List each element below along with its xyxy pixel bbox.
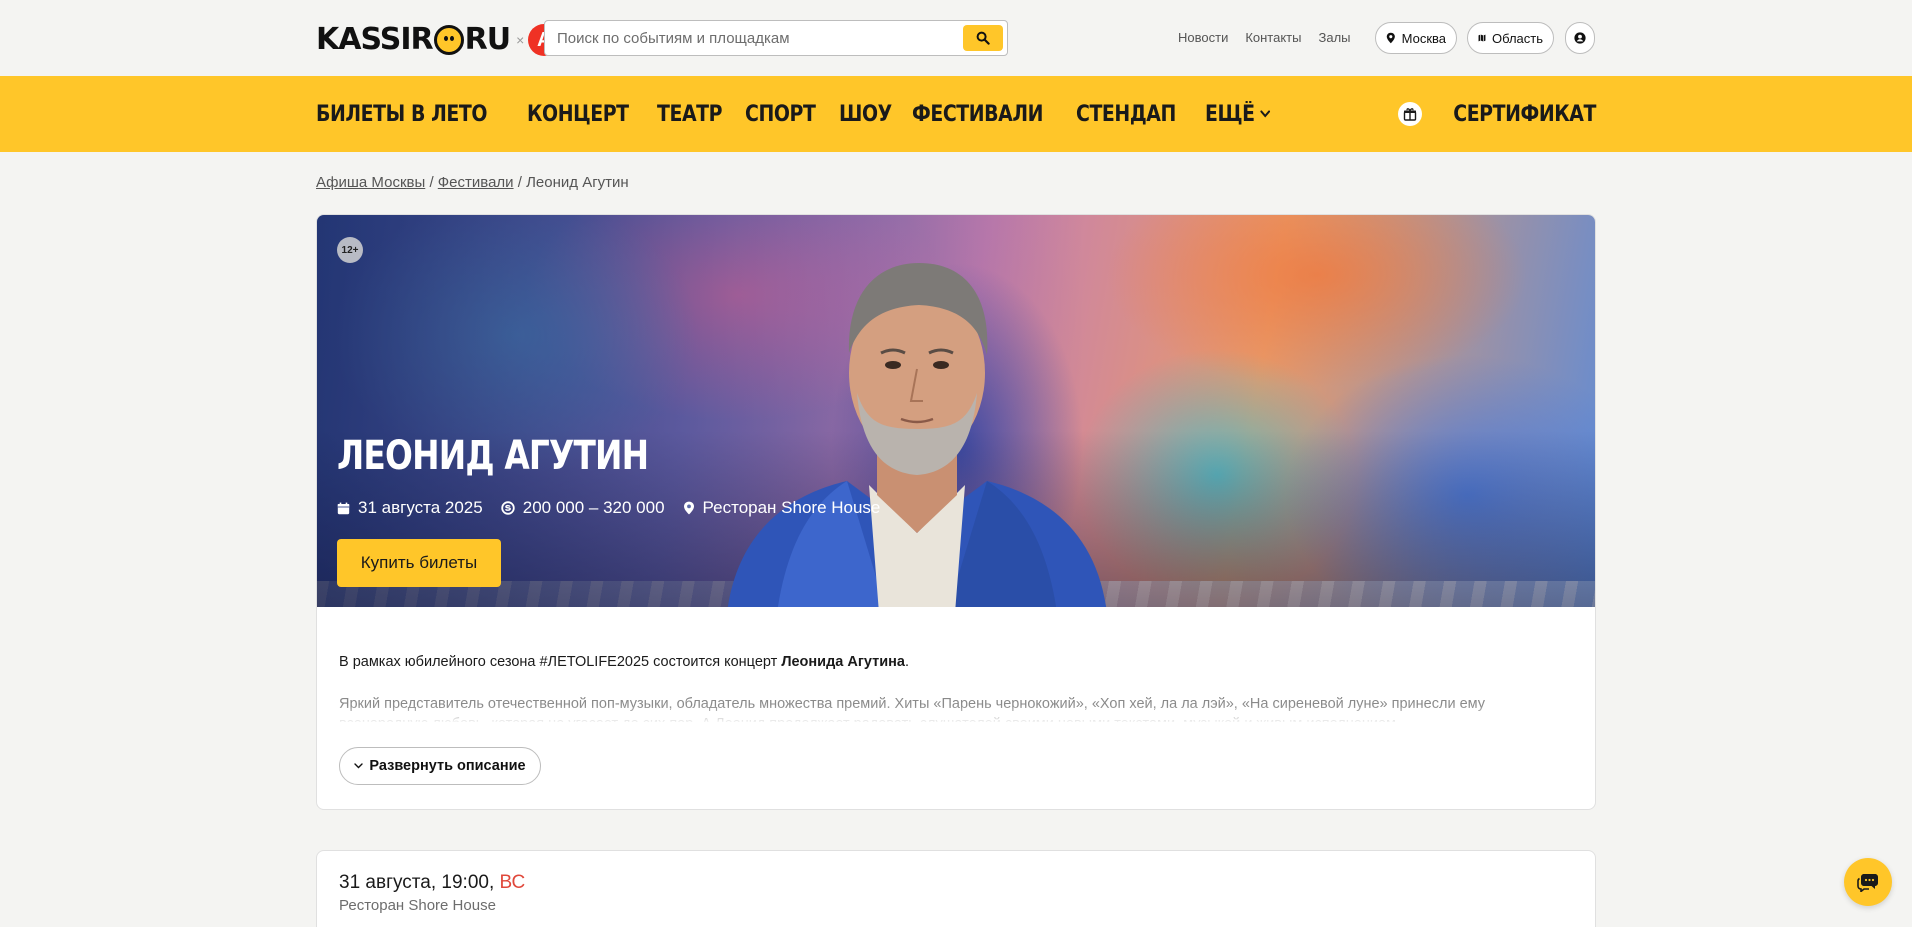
location-pin-icon: [683, 501, 694, 515]
event-meta: 31 августа 2025 200 000 – 320 000 Рестор…: [337, 498, 880, 518]
breadcrumb-category[interactable]: Фестивали: [438, 174, 514, 191]
breadcrumb-current: Леонид Агутин: [526, 174, 629, 191]
user-icon: [1574, 32, 1586, 44]
session-venue: Ресторан Shore House: [339, 897, 496, 914]
session-card[interactable]: 31 августа, 19:00, ВС Ресторан Shore Hou…: [316, 850, 1596, 927]
breadcrumb-home[interactable]: Афиша Москвы: [316, 174, 425, 191]
chat-icon: [1857, 874, 1878, 892]
event-title: ЛЕОНИД АГУТИН: [337, 433, 649, 479]
link-halls[interactable]: Залы: [1318, 30, 1350, 45]
region-selector[interactable]: Область: [1467, 22, 1554, 54]
region-label: Область: [1491, 30, 1543, 46]
top-links: Новости Контакты Залы: [1178, 30, 1351, 45]
support-chat-button[interactable]: [1844, 858, 1892, 906]
search-button[interactable]: [963, 25, 1003, 51]
gift-icon: [1398, 102, 1423, 126]
event-date-text: 31 августа 2025: [358, 498, 483, 517]
logo-text-right: RU: [464, 22, 511, 57]
nav-item-show[interactable]: ШОУ: [839, 102, 892, 127]
event-date: 31 августа 2025: [337, 498, 483, 518]
description-intro-text: В рамках юбилейного сезона #ЛЕТОLIFE2025…: [339, 654, 782, 670]
nav-more-label: ЕЩЁ: [1204, 101, 1255, 127]
expand-description-button[interactable]: Развернуть описание: [339, 747, 541, 785]
breadcrumb: Афиша Москвы / Фестивали / Леонид Агутин: [316, 174, 629, 191]
nav-item-more[interactable]: ЕЩЁ: [1205, 102, 1270, 127]
calendar-icon: [337, 502, 350, 514]
chevron-down-icon: [1259, 110, 1270, 118]
logo-wordmark: KASSIR RU: [316, 22, 511, 58]
event-card: 12+ ЛЕОНИД АГУТИН 31 августа 2025 200 00…: [316, 214, 1596, 810]
search-box: [544, 20, 1008, 56]
city-selector[interactable]: Москва: [1375, 22, 1457, 54]
logo-separator: ×: [516, 32, 525, 48]
site-logo[interactable]: KASSIR RU × А: [316, 22, 561, 58]
artist-portrait-image: [727, 263, 1107, 607]
session-date-text: 31 августа, 19:00,: [339, 872, 495, 893]
nav-item-festivals[interactable]: ФЕСТИВАЛИ: [912, 102, 1043, 127]
chevron-down-icon: [354, 763, 364, 769]
nav-item-summer-tickets[interactable]: БИЛЕТЫ В ЛЕТО: [316, 102, 487, 127]
certificate-label: СЕРТИФИКАТ: [1453, 101, 1596, 127]
category-nav: БИЛЕТЫ В ЛЕТО КОНЦЕРТ ТЕАТР СПОРТ ШОУ ФЕ…: [0, 76, 1912, 152]
description-end: .: [904, 654, 909, 670]
location-pin-icon: [1386, 32, 1395, 44]
nav-item-concert[interactable]: КОНЦЕРТ: [527, 102, 629, 127]
event-description-intro: В рамках юбилейного сезона #ЛЕТОLIFE2025…: [339, 654, 909, 670]
event-venue-text: Ресторан Shore House: [702, 498, 881, 517]
link-contacts[interactable]: Контакты: [1245, 30, 1301, 45]
user-account-button[interactable]: [1565, 22, 1595, 54]
buy-tickets-button[interactable]: Купить билеты: [337, 539, 501, 587]
event-venue[interactable]: Ресторан Shore House: [683, 498, 881, 518]
logo-text-left: KASSIR: [316, 22, 434, 57]
event-description-more: Яркий представитель отечественной поп-му…: [339, 696, 1486, 722]
expand-description-label: Развернуть описание: [369, 758, 526, 774]
nav-item-theatre[interactable]: ТЕАТР: [657, 102, 723, 127]
session-date-time: 31 августа, 19:00, ВС: [339, 872, 525, 894]
description-artist-name: Леонида Агутина: [781, 654, 905, 670]
price-icon: [501, 501, 515, 515]
search-input[interactable]: [557, 21, 947, 55]
breadcrumb-separator: /: [517, 174, 522, 191]
map-icon: [1478, 34, 1486, 42]
certificate-link[interactable]: СЕРТИФИКАТ: [1398, 76, 1596, 152]
event-price: 200 000 – 320 000: [501, 498, 665, 518]
event-hero-banner: 12+ ЛЕОНИД АГУТИН 31 августа 2025 200 00…: [317, 215, 1595, 607]
search-icon: [976, 31, 990, 45]
breadcrumb-separator: /: [429, 174, 434, 191]
logo-smiley-icon: [433, 25, 464, 55]
nav-items: БИЛЕТЫ В ЛЕТО КОНЦЕРТ ТЕАТР СПОРТ ШОУ ФЕ…: [316, 76, 1270, 152]
session-weekday: ВС: [499, 872, 526, 893]
nav-item-standup[interactable]: СТЕНДАП: [1076, 102, 1176, 127]
city-label: Москва: [1401, 30, 1446, 46]
link-news[interactable]: Новости: [1178, 30, 1228, 45]
age-rating-badge: 12+: [337, 237, 363, 263]
top-header: KASSIR RU × А Новости Контакты Залы Моск…: [0, 0, 1912, 76]
event-price-text: 200 000 – 320 000: [522, 498, 665, 517]
nav-item-sport[interactable]: СПОРТ: [745, 102, 816, 127]
